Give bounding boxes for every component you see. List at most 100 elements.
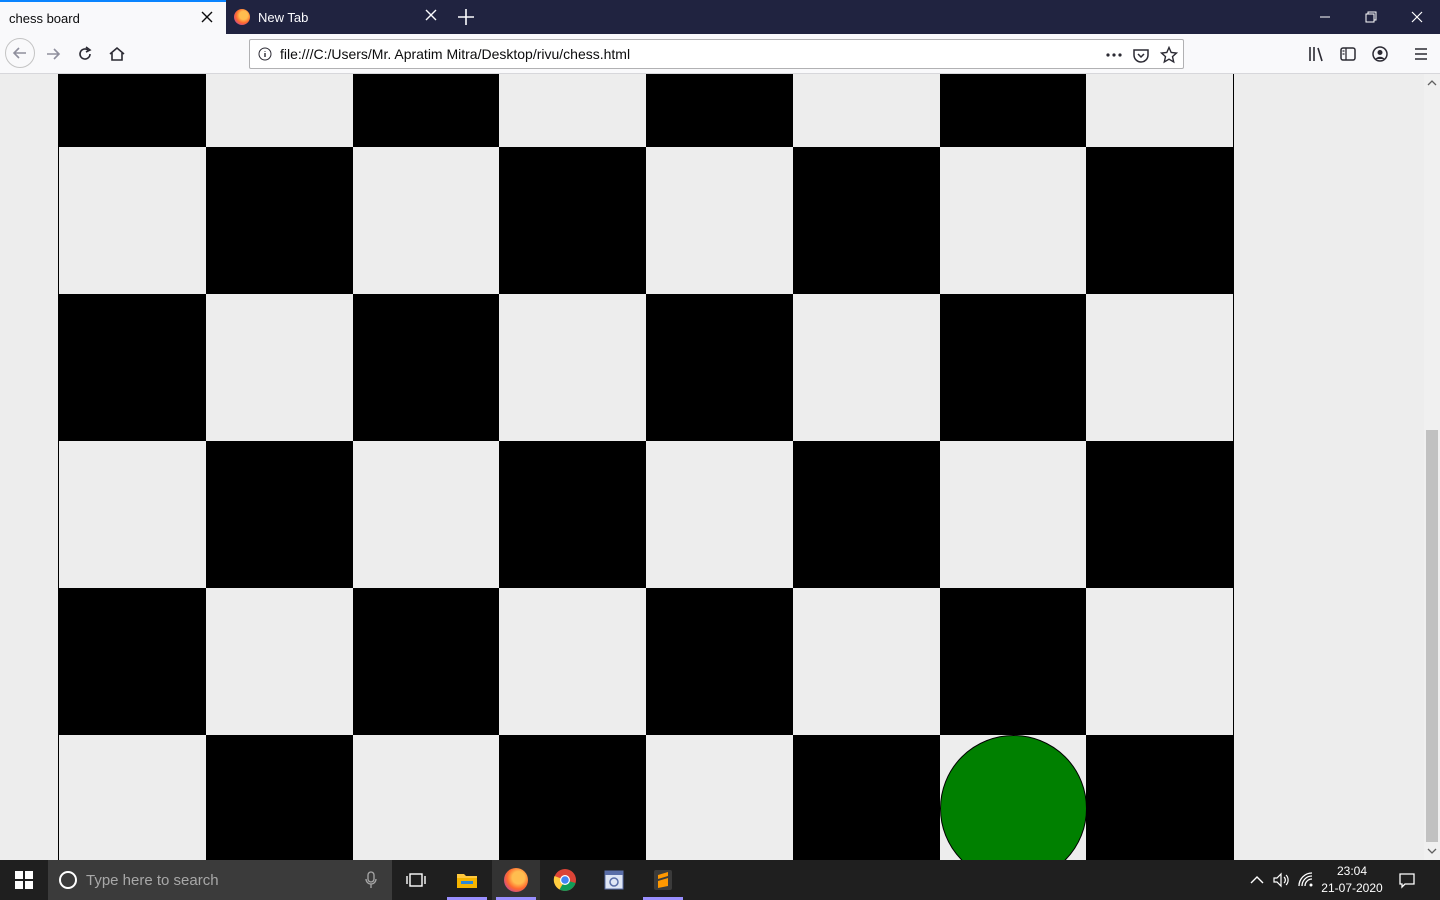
dark-square[interactable] bbox=[646, 74, 793, 147]
light-square[interactable] bbox=[352, 441, 500, 588]
task-view-icon bbox=[406, 873, 426, 887]
light-square[interactable] bbox=[499, 74, 646, 147]
dark-square[interactable] bbox=[646, 294, 793, 441]
board-row bbox=[59, 294, 1233, 441]
light-square[interactable] bbox=[1086, 74, 1233, 147]
scroll-up-arrow-icon[interactable] bbox=[1427, 78, 1437, 88]
light-square[interactable] bbox=[499, 294, 646, 441]
light-square[interactable] bbox=[1086, 588, 1233, 735]
light-square[interactable] bbox=[792, 588, 940, 735]
task-view-button[interactable] bbox=[392, 860, 440, 900]
file-explorer-app[interactable] bbox=[443, 860, 491, 900]
pocket-icon[interactable] bbox=[1132, 46, 1150, 64]
light-square[interactable] bbox=[939, 735, 1087, 860]
dark-square[interactable] bbox=[59, 588, 206, 735]
tab-new-tab[interactable]: New Tab bbox=[226, 0, 450, 34]
dark-square[interactable] bbox=[499, 147, 646, 294]
dark-square[interactable] bbox=[205, 441, 353, 588]
dark-square[interactable] bbox=[352, 588, 500, 735]
light-square[interactable] bbox=[352, 735, 500, 860]
url-text[interactable]: file:///C:/Users/Mr. Apratim Mitra/Deskt… bbox=[280, 46, 630, 62]
show-hidden-icons-chevron-icon[interactable] bbox=[1248, 871, 1266, 889]
volume-icon[interactable] bbox=[1272, 871, 1290, 889]
close-window-icon[interactable] bbox=[1406, 6, 1428, 28]
bookmark-star-icon[interactable] bbox=[1160, 46, 1178, 64]
light-square[interactable] bbox=[939, 147, 1087, 294]
light-square[interactable] bbox=[939, 441, 1087, 588]
light-square[interactable] bbox=[352, 147, 500, 294]
home-button[interactable] bbox=[103, 40, 131, 68]
light-square[interactable] bbox=[59, 441, 206, 588]
board-row bbox=[59, 147, 1233, 294]
home-icon bbox=[109, 46, 125, 61]
menu-icon[interactable] bbox=[1412, 45, 1430, 63]
scroll-down-arrow-icon[interactable] bbox=[1427, 846, 1437, 856]
clock-date: 21-07-2020 bbox=[1321, 881, 1383, 895]
light-square[interactable] bbox=[59, 147, 206, 294]
new-tab-plus-icon[interactable] bbox=[455, 6, 477, 28]
light-square[interactable] bbox=[646, 735, 793, 860]
light-square[interactable] bbox=[205, 588, 353, 735]
action-center-icon[interactable] bbox=[1398, 871, 1416, 889]
light-square[interactable] bbox=[646, 441, 793, 588]
dark-square[interactable] bbox=[59, 294, 206, 441]
dark-square[interactable] bbox=[352, 294, 500, 441]
dark-square[interactable] bbox=[939, 294, 1087, 441]
dark-square[interactable] bbox=[792, 147, 940, 294]
dark-square[interactable] bbox=[499, 735, 646, 860]
dark-square[interactable] bbox=[499, 441, 646, 588]
chrome-app[interactable] bbox=[541, 860, 589, 900]
dark-square[interactable] bbox=[1086, 441, 1233, 588]
dark-square[interactable] bbox=[939, 74, 1087, 147]
microphone-icon[interactable] bbox=[364, 871, 378, 889]
dark-square[interactable] bbox=[1086, 735, 1233, 860]
tab-title: New Tab bbox=[258, 9, 309, 25]
dark-square[interactable] bbox=[1086, 147, 1233, 294]
restore-icon[interactable] bbox=[1360, 6, 1382, 28]
taskbar-search-box[interactable]: Type here to search bbox=[48, 860, 392, 900]
dark-square[interactable] bbox=[59, 74, 206, 147]
light-square[interactable] bbox=[205, 294, 353, 441]
sublime-text-app[interactable] bbox=[639, 860, 687, 900]
library-icon[interactable] bbox=[1307, 45, 1325, 63]
search-placeholder: Type here to search bbox=[86, 871, 219, 889]
vertical-scrollbar[interactable] bbox=[1424, 74, 1440, 860]
dark-square[interactable] bbox=[352, 74, 500, 147]
dark-square[interactable] bbox=[646, 588, 793, 735]
forward-button[interactable] bbox=[39, 40, 67, 68]
start-button[interactable] bbox=[0, 860, 48, 900]
light-square[interactable] bbox=[59, 735, 206, 860]
dark-square[interactable] bbox=[792, 735, 940, 860]
url-bar[interactable]: file:///C:/Users/Mr. Apratim Mitra/Deskt… bbox=[249, 39, 1184, 69]
minimize-icon[interactable] bbox=[1314, 6, 1336, 28]
reload-button[interactable] bbox=[71, 40, 99, 68]
page-actions-icon[interactable] bbox=[1105, 46, 1123, 64]
sublime-text-icon bbox=[654, 870, 672, 890]
green-circle-piece[interactable] bbox=[939, 735, 1087, 860]
dark-square[interactable] bbox=[792, 441, 940, 588]
dark-square[interactable] bbox=[939, 588, 1087, 735]
sidebar-icon[interactable] bbox=[1339, 45, 1357, 63]
light-square[interactable] bbox=[792, 74, 940, 147]
light-square[interactable] bbox=[205, 74, 353, 147]
windows-logo-icon bbox=[15, 871, 33, 889]
notepad-app[interactable] bbox=[590, 860, 638, 900]
firefox-app[interactable] bbox=[492, 860, 540, 900]
close-tab-icon[interactable] bbox=[424, 8, 438, 22]
back-button[interactable] bbox=[5, 38, 35, 68]
account-icon[interactable] bbox=[1371, 45, 1389, 63]
light-square[interactable] bbox=[792, 294, 940, 441]
info-icon[interactable] bbox=[258, 47, 272, 61]
light-square[interactable] bbox=[499, 588, 646, 735]
tab-chess-board[interactable]: chess board bbox=[0, 0, 226, 34]
light-square[interactable] bbox=[646, 147, 793, 294]
firefox-icon bbox=[234, 9, 250, 25]
dark-square[interactable] bbox=[205, 735, 353, 860]
clock[interactable]: 23:04 21-07-2020 bbox=[1320, 863, 1384, 897]
close-tab-icon[interactable] bbox=[200, 10, 214, 24]
dark-square[interactable] bbox=[205, 147, 353, 294]
clock-time: 23:04 bbox=[1336, 864, 1368, 878]
network-icon[interactable] bbox=[1297, 871, 1315, 889]
scrollbar-thumb[interactable] bbox=[1426, 430, 1438, 842]
light-square[interactable] bbox=[1086, 294, 1233, 441]
